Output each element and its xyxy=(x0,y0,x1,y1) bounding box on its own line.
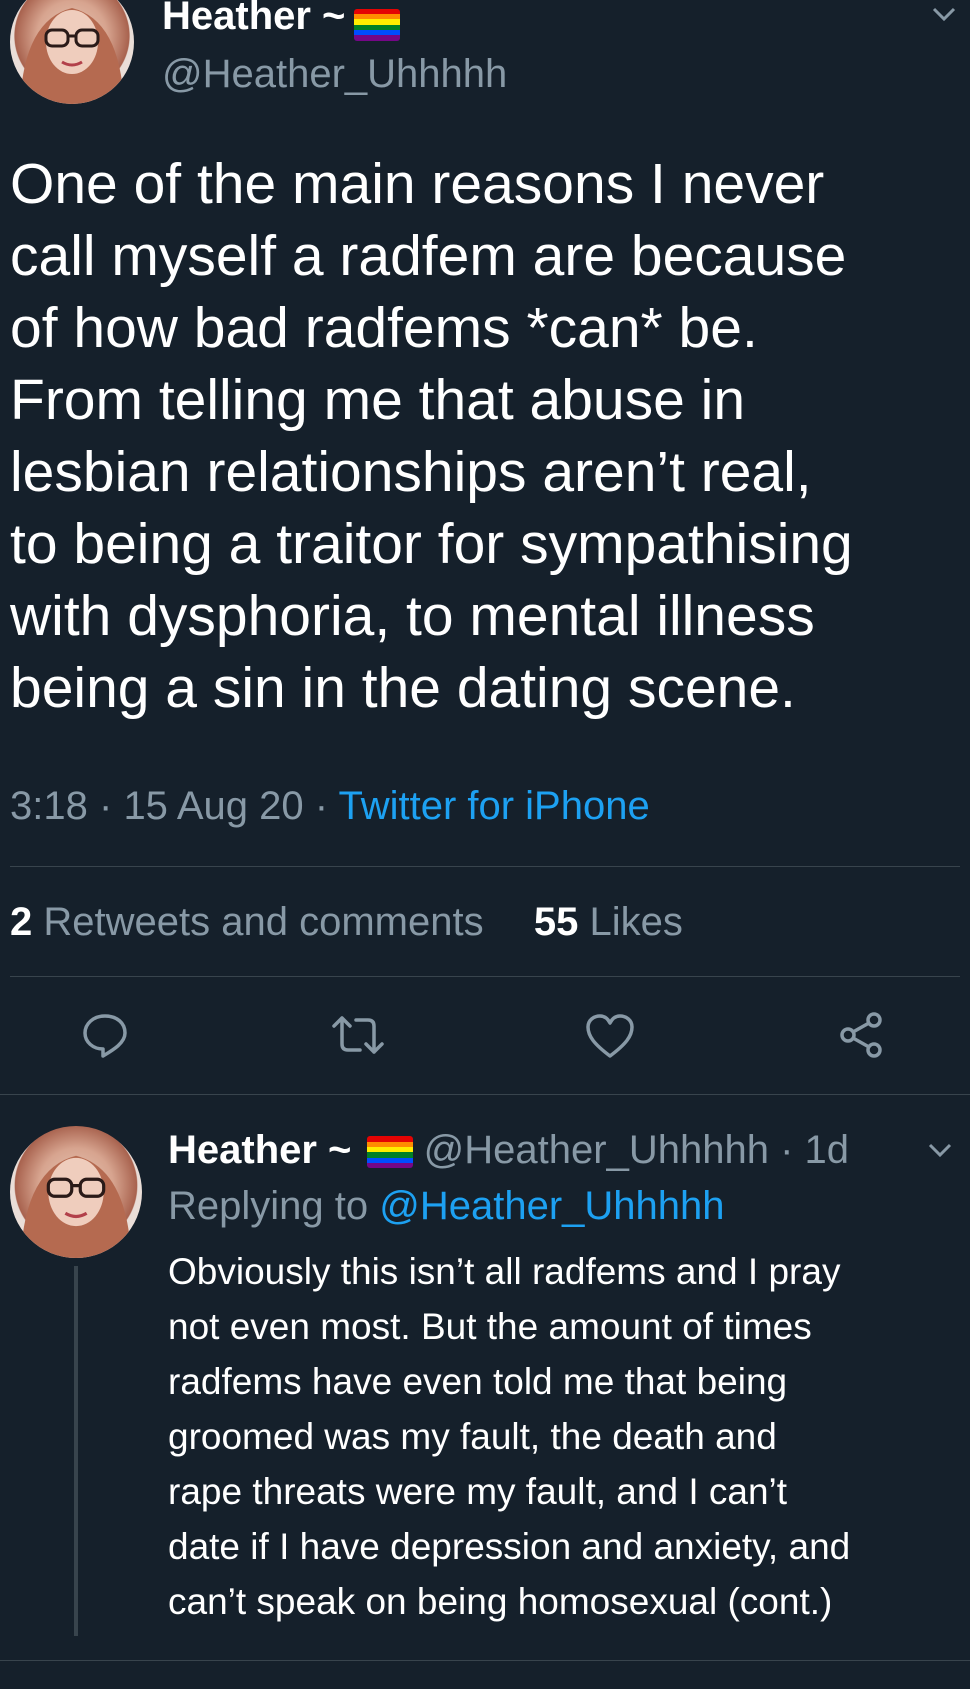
tweet-line: call myself a radfem are because xyxy=(10,224,847,288)
tweet-line: being a sin in the dating scene. xyxy=(10,656,796,720)
likes-label: Likes xyxy=(589,900,683,944)
meta-separator: · xyxy=(314,784,329,828)
chevron-down-icon[interactable] xyxy=(926,1136,954,1172)
main-avatar[interactable] xyxy=(10,0,134,104)
retweet-icon xyxy=(332,1016,384,1054)
pride-flag-icon xyxy=(366,1136,413,1169)
reply-line: Obviously this isn’t all radfems and I p… xyxy=(168,1251,841,1292)
reply-line: can’t speak on being homosexual (cont.) xyxy=(168,1581,833,1622)
tweet-source-link[interactable]: Twitter for iPhone xyxy=(338,784,649,828)
meta-separator: · xyxy=(780,1128,794,1172)
pride-flag-icon xyxy=(353,8,400,41)
reply-button[interactable] xyxy=(80,1010,130,1065)
share-icon xyxy=(840,1012,882,1058)
divider xyxy=(10,976,960,977)
replying-to: Replying to @Heather_Uhhhhh xyxy=(168,1184,725,1229)
reply-line: not even most. But the amount of times xyxy=(168,1306,812,1347)
main-author-name: Heather ~ xyxy=(162,0,346,38)
reply-line: groomed was my fault, the death and xyxy=(168,1416,777,1457)
tweet-stats: 2 Retweets and comments 55 Likes xyxy=(10,900,683,945)
reply-author-row[interactable]: Heather ~ @Heather_Uhhhhh · 1d xyxy=(168,1128,849,1173)
tweet-line: of how bad radfems *can* be. xyxy=(10,296,758,360)
main-author-handle[interactable]: @Heather_Uhhhhh xyxy=(162,52,507,97)
reply-line: radfems have even told me that being xyxy=(168,1361,788,1402)
replying-handle-link[interactable]: @Heather_Uhhhhh xyxy=(379,1184,724,1228)
reply-author-handle: @Heather_Uhhhhh xyxy=(423,1128,769,1172)
reply-line: rape threats were my fault, and I can’t xyxy=(168,1471,788,1512)
reply-author-name: Heather ~ xyxy=(168,1128,352,1172)
likes-stat[interactable]: 55 Likes xyxy=(534,900,683,944)
retweets-label: Retweets and comments xyxy=(43,900,484,944)
tweet-line: lesbian relationships aren’t real, xyxy=(10,440,812,504)
retweets-stat[interactable]: 2 Retweets and comments xyxy=(10,900,495,944)
retweets-count: 2 xyxy=(10,900,33,944)
retweet-button[interactable] xyxy=(330,1012,386,1063)
share-button[interactable] xyxy=(836,1010,886,1065)
heart-icon xyxy=(586,1014,634,1058)
main-tweet-text: One of the main reasons I never call mys… xyxy=(10,148,960,724)
reply-time: 1d xyxy=(804,1128,850,1172)
tweet-meta: 3:18 · 15 Aug 20 · Twitter for iPhone xyxy=(10,784,650,829)
bottom-bar-divider xyxy=(0,1660,970,1661)
main-author-row[interactable]: Heather ~ xyxy=(162,0,400,44)
reply-line: date if I have depression and anxiety, a… xyxy=(168,1526,851,1567)
tweet-line: with dysphoria, to mental illness xyxy=(10,584,815,648)
tweet-date[interactable]: 15 Aug 20 xyxy=(123,784,303,828)
chevron-down-icon[interactable] xyxy=(930,0,958,36)
likes-count: 55 xyxy=(533,900,579,944)
reply-avatar[interactable] xyxy=(10,1126,142,1258)
replying-prefix: Replying to xyxy=(168,1184,369,1228)
tweet-line: to being a traitor for sympathising xyxy=(10,512,853,576)
thread-line xyxy=(74,1266,78,1636)
like-button[interactable] xyxy=(584,1012,636,1065)
tweet-line: One of the main reasons I never xyxy=(10,152,825,216)
divider xyxy=(0,1094,970,1095)
tweet-line: From telling me that abuse in xyxy=(10,368,746,432)
meta-separator: · xyxy=(98,784,113,828)
divider xyxy=(10,866,960,867)
reply-tweet-text: Obviously this isn’t all radfems and I p… xyxy=(168,1244,968,1629)
tweet-time[interactable]: 3:18 xyxy=(10,784,88,828)
reply-icon xyxy=(83,1014,127,1058)
